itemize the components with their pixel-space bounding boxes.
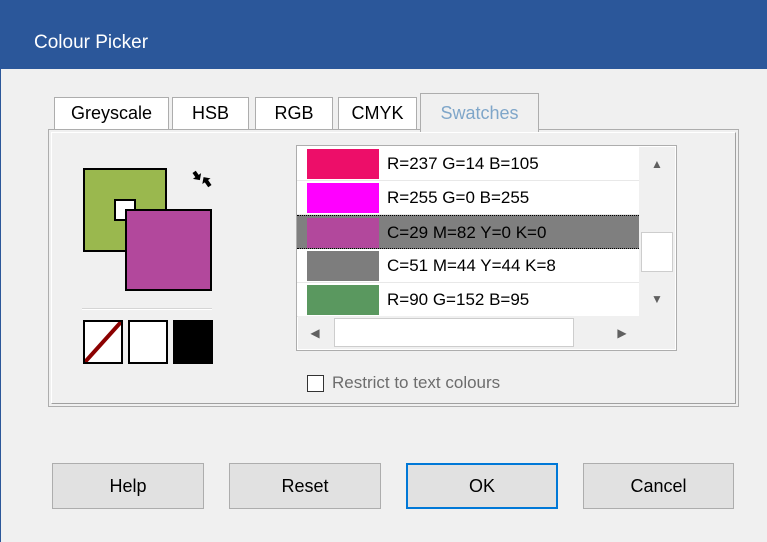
tab-rgb[interactable]: RGB — [255, 97, 333, 129]
swatch-chip — [307, 285, 379, 315]
scroll-left-icon[interactable]: ◀ — [298, 316, 332, 349]
list-item[interactable]: R=237 G=14 B=105 — [297, 147, 639, 181]
no-color-swatch[interactable] — [83, 320, 123, 364]
swatch-chip — [307, 149, 379, 179]
window-title: Colour Picker — [34, 32, 149, 53]
swatch-label: R=237 G=14 B=105 — [387, 154, 539, 173]
tab-swatches[interactable]: Swatches — [420, 93, 539, 132]
swatch-label: R=255 G=0 B=255 — [387, 188, 530, 207]
separator — [82, 308, 212, 310]
list-item-selected[interactable]: C=29 M=82 Y=0 K=0 — [297, 215, 639, 249]
list-item[interactable]: C=51 M=44 Y=44 K=8 — [297, 249, 639, 283]
scroll-up-icon[interactable]: ▲ — [639, 147, 675, 181]
swatch-chip — [307, 183, 379, 213]
horizontal-scrollbar[interactable]: ◀ ▶ — [298, 316, 639, 349]
swatch-chip — [307, 251, 379, 281]
swap-colors-icon[interactable] — [190, 167, 214, 191]
vertical-scrollbar[interactable]: ▲ ▼ — [639, 147, 675, 316]
tab-hsb[interactable]: HSB — [172, 97, 249, 129]
ok-button[interactable]: OK — [406, 463, 558, 509]
title-bar: Colour Picker — [0, 0, 767, 69]
horizontal-scroll-thumb[interactable] — [334, 318, 574, 347]
help-button[interactable]: Help — [52, 463, 204, 509]
restrict-checkbox[interactable] — [307, 375, 324, 392]
black-swatch[interactable] — [173, 320, 213, 364]
background-color-box[interactable] — [125, 209, 212, 291]
scroll-down-icon[interactable]: ▼ — [639, 282, 675, 316]
restrict-checkbox-label[interactable]: Restrict to text colours — [332, 373, 500, 393]
scrollbar-corner — [639, 316, 675, 349]
vertical-scroll-thumb[interactable] — [641, 232, 673, 272]
tab-greyscale[interactable]: Greyscale — [54, 97, 169, 129]
reset-button[interactable]: Reset — [229, 463, 381, 509]
list-item[interactable]: R=255 G=0 B=255 — [297, 181, 639, 215]
swatch-chip — [307, 218, 379, 248]
swatch-label: R=90 G=152 B=95 — [387, 290, 530, 309]
swatch-label: C=29 M=82 Y=0 K=0 — [387, 223, 547, 242]
white-swatch[interactable] — [128, 320, 168, 364]
scroll-right-icon[interactable]: ▶ — [605, 316, 639, 349]
cancel-button[interactable]: Cancel — [583, 463, 734, 509]
swatch-label: C=51 M=44 Y=44 K=8 — [387, 256, 556, 275]
window-border — [0, 69, 1, 542]
tab-cmyk[interactable]: CMYK — [338, 97, 417, 129]
list-item[interactable]: R=90 G=152 B=95 — [297, 283, 639, 317]
